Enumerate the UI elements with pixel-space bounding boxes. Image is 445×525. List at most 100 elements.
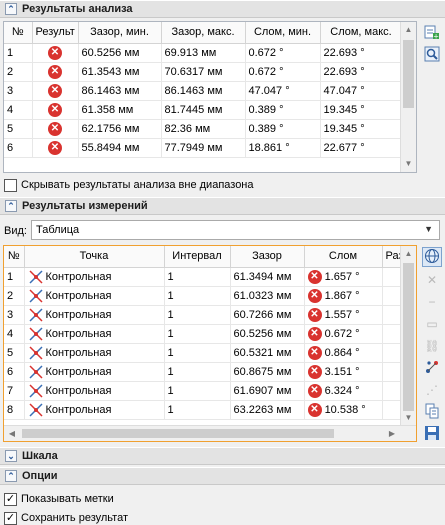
row-number: 3	[4, 81, 33, 101]
show-marks-label: Показывать метки	[21, 493, 114, 505]
gap-cell: 60.7266 мм	[230, 305, 305, 325]
measurements-vertical-scrollbar[interactable]: ▲ ▼	[400, 246, 416, 426]
scroll-left-arrow-icon[interactable]: ◀	[4, 426, 20, 441]
scroll-thumb[interactable]	[403, 263, 414, 411]
col-header-interval[interactable]: Интервал	[164, 246, 231, 268]
table-row[interactable]: 2 ✕ 61.3543 мм 70.6317 мм 0.672 ° 22.693 °	[4, 62, 403, 82]
measurements-horizontal-scrollbar[interactable]: ◀ ▶	[4, 425, 416, 441]
show-marks-checkbox[interactable]: ✓	[4, 493, 17, 506]
error-icon: ✕	[307, 364, 322, 379]
scroll-up-arrow-icon[interactable]: ▲	[401, 246, 416, 262]
error-icon: ✕	[48, 121, 62, 136]
break-value: 10.538 °	[324, 403, 366, 416]
point-name: Контрольная	[45, 327, 112, 340]
break-max-cell: 19.345 °	[320, 100, 403, 120]
add-analysis-icon[interactable]: +	[422, 23, 442, 43]
expand-down-icon[interactable]: ⌄	[5, 450, 17, 462]
col-header-gap-max[interactable]: Зазор, макс.	[161, 22, 246, 44]
table-row[interactable]: 3 Контрольная 1 60.7266 мм ✕ 1.557 °	[4, 305, 416, 325]
error-icon: ✕	[48, 83, 62, 98]
globe-target-icon[interactable]	[422, 247, 442, 267]
view-label: Вид:	[4, 225, 27, 237]
table-row[interactable]: 5 Контрольная 1 60.5321 мм ✕ 0.864 °	[4, 343, 416, 363]
table-row[interactable]: 6 ✕ 55.8494 мм 77.7949 мм 18.861 ° 22.677 °	[4, 138, 403, 158]
row-number: 5	[4, 343, 25, 363]
analysis-vertical-scrollbar[interactable]: ▲ ▼	[400, 22, 416, 172]
scroll-thumb[interactable]	[22, 429, 334, 438]
gap-cell: 61.3494 мм	[230, 267, 305, 287]
table-row[interactable]: 1 Контрольная 1 61.3494 мм ✕ 1.657 °	[4, 267, 416, 287]
interval-cell: 1	[164, 381, 231, 401]
scroll-down-arrow-icon[interactable]: ▼	[401, 156, 416, 172]
col-header-break-max[interactable]: Слом, макс.	[320, 22, 403, 44]
col-header-gap[interactable]: Зазор	[230, 246, 305, 268]
scale-section-header[interactable]: ⌄ Шкала	[0, 447, 445, 465]
table-row[interactable]: 4 ✕ 61.358 мм 81.7445 мм 0.389 ° 19.345 °	[4, 100, 403, 120]
break-min-cell: 18.861 °	[245, 138, 321, 158]
table-row[interactable]: 5 ✕ 62.1756 мм 82.36 мм 0.389 ° 19.345 °	[4, 119, 403, 139]
col-header-break[interactable]: Слом	[304, 246, 383, 268]
scroll-right-arrow-icon[interactable]: ▶	[384, 426, 400, 441]
table-row[interactable]: 8 Контрольная 1 63.2263 мм ✕ 10.538 °	[4, 400, 416, 420]
measurements-section-header[interactable]: ⌃ Результаты измерений	[0, 197, 445, 215]
gap-min-cell: 86.1463 мм	[78, 81, 162, 101]
break-value: 3.151 °	[324, 365, 360, 378]
error-icon: ✕	[48, 140, 62, 155]
scroll-down-arrow-icon[interactable]: ▼	[401, 410, 416, 426]
col-header-point[interactable]: Точка	[24, 246, 165, 268]
point-name: Контрольная	[45, 289, 112, 302]
scroll-up-arrow-icon[interactable]: ▲	[401, 22, 416, 38]
col-header-number[interactable]: №	[4, 246, 25, 268]
chevron-down-icon[interactable]: ▼	[424, 224, 433, 234]
points-edit-icon[interactable]	[422, 358, 442, 378]
col-header-result[interactable]: Результ	[32, 22, 79, 44]
table-row[interactable]: 1 ✕ 60.5256 мм 69.913 мм 0.672 ° 22.693 °	[4, 43, 403, 63]
point-name: Контрольная	[45, 346, 112, 359]
gap-max-cell: 69.913 мм	[161, 43, 246, 63]
panel-root: ⌃ Результаты анализа № Результ Зазор, ми…	[0, 0, 445, 525]
control-point-icon	[28, 307, 46, 322]
copy-icon[interactable]	[422, 402, 442, 422]
minus-icon[interactable]: −	[422, 292, 442, 312]
save-icon[interactable]	[422, 424, 442, 444]
table-row[interactable]: 4 Контрольная 1 60.5256 мм ✕ 0.672 °	[4, 324, 416, 344]
gap-cell: 60.5321 мм	[230, 343, 305, 363]
points-disabled-icon[interactable]: ⋰	[422, 380, 442, 400]
view-select-value: Таблица	[36, 224, 80, 236]
zoom-analysis-icon[interactable]	[422, 45, 442, 65]
link-icon[interactable]: ⛓	[422, 336, 442, 356]
error-icon: ✕	[307, 269, 322, 284]
col-header-break-min[interactable]: Слом, мин.	[245, 22, 321, 44]
interval-cell: 1	[164, 400, 231, 420]
col-header-gap-min[interactable]: Зазор, мин.	[78, 22, 162, 44]
scroll-thumb[interactable]	[403, 40, 414, 108]
collapse-up-icon[interactable]: ⌃	[5, 3, 17, 15]
break-max-cell: 19.345 °	[320, 119, 403, 139]
interval-cell: 1	[164, 362, 231, 382]
error-icon: ✕	[307, 383, 322, 398]
result-cell: ✕	[32, 81, 79, 101]
delete-icon[interactable]: ✕	[422, 270, 442, 290]
table-row[interactable]: 7 Контрольная 1 61.6907 мм ✕ 6.324 °	[4, 381, 416, 401]
interval-cell: 1	[164, 343, 231, 363]
measurements-table-header: № Точка Интервал Зазор Слом Раз	[4, 246, 416, 268]
view-select[interactable]: Таблица ▼	[31, 220, 440, 240]
col-header-number[interactable]: №	[4, 22, 33, 44]
collapse-up-icon[interactable]: ⌃	[5, 200, 17, 212]
gap-max-cell: 70.6317 мм	[161, 62, 246, 82]
analysis-section-header[interactable]: ⌃ Результаты анализа	[0, 0, 445, 18]
hide-out-of-range-checkbox[interactable]	[4, 179, 17, 192]
break-min-cell: 0.389 °	[245, 119, 321, 139]
result-cell: ✕	[32, 100, 79, 120]
point-cell: Контрольная	[24, 324, 165, 344]
folder-icon[interactable]: ▭	[422, 314, 442, 334]
table-row[interactable]: 6 Контрольная 1 60.8675 мм ✕ 3.151 °	[4, 362, 416, 382]
gap-max-cell: 77.7949 мм	[161, 138, 246, 158]
options-section-header[interactable]: ⌃ Опции	[0, 467, 445, 485]
table-row[interactable]: 3 ✕ 86.1463 мм 86.1463 мм 47.047 ° 47.047 °	[4, 81, 403, 101]
save-result-checkbox[interactable]: ✓	[4, 512, 17, 525]
collapse-up-icon[interactable]: ⌃	[5, 470, 17, 482]
point-cell: Контрольная	[24, 286, 165, 306]
row-number: 2	[4, 286, 25, 306]
table-row[interactable]: 2 Контрольная 1 61.0323 мм ✕ 1.867 °	[4, 286, 416, 306]
